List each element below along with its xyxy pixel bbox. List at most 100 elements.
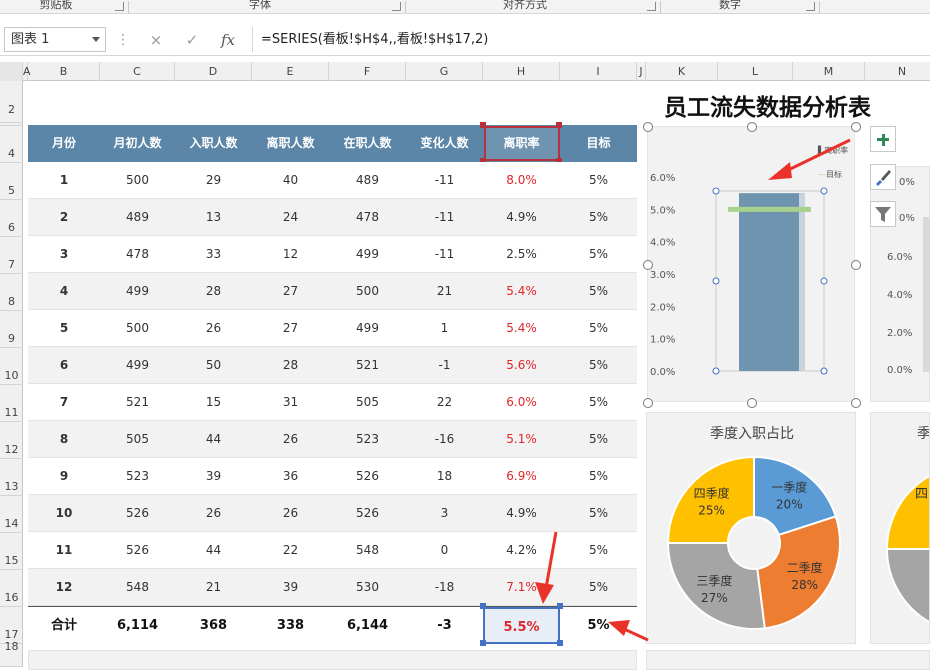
table-cell[interactable]: 3 <box>28 236 100 273</box>
row-header[interactable]: 6 <box>0 200 23 237</box>
table-cell[interactable]: 44 <box>175 421 252 458</box>
row-header[interactable]: 7 <box>0 237 23 274</box>
table-cell[interactable]: 489 <box>100 199 175 236</box>
dialog-launcher-icon[interactable] <box>647 2 656 11</box>
table-cell[interactable]: 5.4% <box>483 273 560 310</box>
table-cell[interactable]: 27 <box>252 273 329 310</box>
resize-handle[interactable] <box>643 122 653 132</box>
table-cell[interactable]: 29 <box>175 162 252 199</box>
table-cell[interactable]: 526 <box>100 495 175 532</box>
table-cell[interactable]: 22 <box>406 384 483 421</box>
table-cell[interactable]: 1 <box>28 162 100 199</box>
column-header-m[interactable]: M <box>793 62 865 81</box>
row-header[interactable]: 5 <box>0 163 23 200</box>
table-cell[interactable]: 499 <box>100 273 175 310</box>
total-cell[interactable]: 5% <box>560 607 637 644</box>
header-start-count[interactable]: 月初人数 <box>100 125 175 162</box>
table-cell[interactable]: 5% <box>560 532 637 569</box>
table-cell[interactable]: 5% <box>560 384 637 421</box>
resize-handle[interactable] <box>643 398 653 408</box>
table-cell[interactable]: 526 <box>329 495 406 532</box>
series-handle[interactable] <box>712 187 720 195</box>
table-cell[interactable]: 18 <box>406 458 483 495</box>
table-cell[interactable]: 26 <box>252 495 329 532</box>
table-cell[interactable]: 6.9% <box>483 458 560 495</box>
resize-handle[interactable] <box>851 260 861 270</box>
chart-elements-button[interactable] <box>870 126 896 152</box>
table-cell[interactable]: 13 <box>175 199 252 236</box>
table-cell[interactable]: 499 <box>329 236 406 273</box>
table-cell[interactable]: -18 <box>406 569 483 606</box>
table-cell[interactable]: 7.1% <box>483 569 560 606</box>
table-cell[interactable]: -16 <box>406 421 483 458</box>
partial-pie-chart[interactable]: 季 四 <box>870 412 930 644</box>
range-handle[interactable] <box>556 122 562 128</box>
column-header-k[interactable]: K <box>646 62 718 81</box>
table-cell[interactable]: -11 <box>406 162 483 199</box>
table-cell[interactable]: 8 <box>28 421 100 458</box>
table-cell[interactable]: 24 <box>252 199 329 236</box>
table-cell[interactable]: 5% <box>560 236 637 273</box>
range-handle[interactable] <box>557 603 563 609</box>
table-cell[interactable]: 22 <box>252 532 329 569</box>
series-handle[interactable] <box>820 187 828 195</box>
table-cell[interactable]: 10 <box>28 495 100 532</box>
enter-icon[interactable]: ✓ <box>182 30 202 50</box>
table-cell[interactable]: 4.9% <box>483 495 560 532</box>
range-handle[interactable] <box>557 640 563 646</box>
table-cell[interactable]: 521 <box>100 384 175 421</box>
table-cell[interactable]: 3 <box>406 495 483 532</box>
resize-handle[interactable] <box>851 398 861 408</box>
table-cell[interactable]: 39 <box>252 569 329 606</box>
drag-handle-icon[interactable]: ⋮ <box>116 32 130 48</box>
table-cell[interactable]: 12 <box>28 569 100 606</box>
table-cell[interactable]: 50 <box>175 347 252 384</box>
table-cell[interactable]: 4.9% <box>483 199 560 236</box>
table-cell[interactable]: 21 <box>406 273 483 310</box>
table-cell[interactable]: -11 <box>406 199 483 236</box>
header-target[interactable]: 目标 <box>560 125 637 162</box>
row-header[interactable]: 8 <box>0 274 23 311</box>
table-cell[interactable]: 5 <box>28 310 100 347</box>
table-cell[interactable]: 499 <box>329 310 406 347</box>
column-header-b[interactable]: B <box>28 62 100 81</box>
row-header[interactable]: 4 <box>0 126 23 163</box>
table-cell[interactable]: 8.0% <box>483 162 560 199</box>
column-header-h[interactable]: H <box>483 62 560 81</box>
dialog-launcher-icon[interactable] <box>392 2 401 11</box>
column-header-e[interactable]: E <box>252 62 329 81</box>
table-cell[interactable]: 5% <box>560 273 637 310</box>
table-cell[interactable]: 44 <box>175 532 252 569</box>
table-cell[interactable]: 500 <box>329 273 406 310</box>
row-header[interactable]: 14 <box>0 496 23 533</box>
table-cell[interactable]: 6 <box>28 347 100 384</box>
table-cell[interactable]: 499 <box>100 347 175 384</box>
table-cell[interactable]: 4.2% <box>483 532 560 569</box>
table-cell[interactable]: 31 <box>252 384 329 421</box>
table-cell[interactable]: 39 <box>175 458 252 495</box>
chevron-down-icon[interactable] <box>92 37 100 42</box>
series-handle[interactable] <box>712 277 720 285</box>
table-cell[interactable]: -1 <box>406 347 483 384</box>
table-cell[interactable]: 523 <box>329 421 406 458</box>
row-header[interactable]: 2 <box>0 81 23 123</box>
insert-function-icon[interactable]: fx <box>218 30 238 50</box>
total-cell[interactable]: 368 <box>175 607 252 644</box>
table-cell[interactable]: 4 <box>28 273 100 310</box>
table-cell[interactable]: 5.6% <box>483 347 560 384</box>
row-header[interactable]: 18 <box>0 641 23 667</box>
total-cell[interactable]: -3 <box>406 607 483 644</box>
formula-input[interactable]: =SERIES(看板!$H$4,,看板!$H$17,2) <box>252 27 928 52</box>
table-cell[interactable]: 5.4% <box>483 310 560 347</box>
table-cell[interactable]: 28 <box>175 273 252 310</box>
total-cell[interactable]: 6,144 <box>329 607 406 644</box>
table-cell[interactable]: 526 <box>100 532 175 569</box>
chart-filters-button[interactable] <box>870 201 896 227</box>
row-header[interactable]: 17 <box>0 607 23 644</box>
table-cell[interactable]: 11 <box>28 532 100 569</box>
total-cell[interactable]: 338 <box>252 607 329 644</box>
table-cell[interactable]: 530 <box>329 569 406 606</box>
select-all-corner[interactable] <box>0 62 23 81</box>
table-cell[interactable]: 5% <box>560 162 637 199</box>
table-cell[interactable]: 5.1% <box>483 421 560 458</box>
